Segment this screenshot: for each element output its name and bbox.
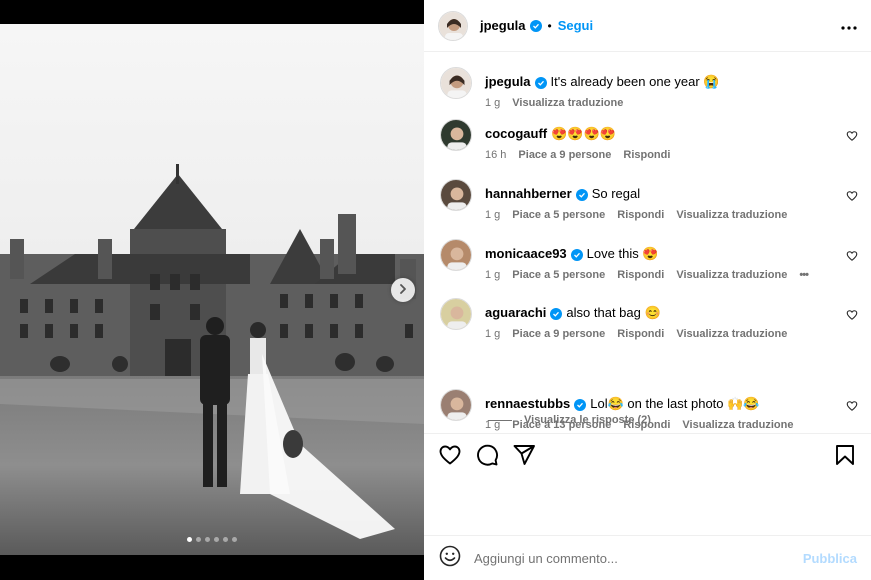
comment-username[interactable]: rennaestubbs bbox=[485, 396, 570, 411]
comment-likes[interactable]: Piace a 5 persone bbox=[512, 269, 605, 281]
post-media bbox=[0, 0, 424, 580]
verified-icon bbox=[529, 19, 542, 32]
translate-link[interactable]: Visualizza traduzione bbox=[682, 419, 793, 431]
verified-icon bbox=[575, 189, 588, 201]
comment-username[interactable]: hannahberner bbox=[485, 186, 572, 201]
share-button[interactable] bbox=[512, 443, 536, 472]
comment-like-button[interactable] bbox=[846, 399, 858, 417]
caption-time[interactable]: 1 g bbox=[485, 97, 500, 109]
translate-link[interactable]: Visualizza traduzione bbox=[676, 328, 787, 340]
translate-link[interactable]: Visualizza traduzione bbox=[676, 269, 787, 281]
comment-username[interactable]: monicaace93 bbox=[485, 246, 567, 261]
comment-likes[interactable]: Piace a 9 persone bbox=[518, 149, 611, 161]
commenter-avatar[interactable] bbox=[440, 239, 472, 271]
more-icon bbox=[841, 17, 857, 35]
comment-more-button[interactable]: ••• bbox=[799, 269, 809, 281]
comment-item: cocogauff 😍😍😍😍 16 h Piace a 9 persone Rispon… bbox=[440, 119, 860, 161]
author-avatar[interactable] bbox=[440, 67, 472, 99]
comment-item: monicaace93 Love this 😍 1 g Piace a 5 perso… bbox=[440, 239, 860, 281]
emoji-button[interactable] bbox=[438, 544, 462, 573]
chevron-right-icon bbox=[398, 281, 408, 299]
heart-icon bbox=[438, 443, 462, 472]
reply-button[interactable]: Rispondi bbox=[623, 149, 670, 161]
comment-username[interactable]: aguarachi bbox=[485, 305, 546, 320]
comment-like-button[interactable] bbox=[846, 189, 858, 207]
divider bbox=[488, 419, 512, 421]
comment-like-button[interactable] bbox=[846, 129, 858, 147]
more-options-button[interactable] bbox=[841, 17, 857, 35]
comment-likes[interactable]: Piace a 5 persone bbox=[512, 209, 605, 221]
reply-button[interactable]: Rispondi bbox=[617, 269, 664, 281]
comment-text: So regal bbox=[591, 186, 641, 201]
reply-button[interactable]: Rispondi bbox=[617, 209, 664, 221]
caption: jpegula It's already been one year 😭 1 g … bbox=[440, 67, 860, 109]
reply-button[interactable]: Rispondi bbox=[617, 328, 664, 340]
comment-like-button[interactable] bbox=[846, 249, 858, 267]
post-side-panel: jpegula • Segui jpegula It's already been… bbox=[424, 0, 871, 580]
post-photo[interactable] bbox=[0, 24, 424, 555]
carousel-dot bbox=[187, 537, 192, 542]
comment-text: 😍😍😍😍 bbox=[551, 126, 616, 141]
carousel-dot bbox=[196, 537, 201, 542]
bookmark-icon bbox=[833, 443, 857, 472]
comment-icon bbox=[475, 443, 499, 472]
verified-icon bbox=[534, 77, 547, 89]
carousel-indicator bbox=[0, 537, 424, 542]
publish-button[interactable]: Pubblica bbox=[803, 551, 857, 566]
comment-input[interactable] bbox=[474, 550, 803, 566]
comment-time[interactable]: 1 g bbox=[485, 269, 500, 281]
translate-link[interactable]: Visualizza traduzione bbox=[512, 97, 623, 109]
post-header: jpegula • Segui bbox=[424, 0, 871, 52]
emoji-icon bbox=[438, 544, 462, 573]
comment-text: also that bag 😊 bbox=[566, 305, 661, 320]
separator: • bbox=[547, 18, 552, 33]
commenter-avatar[interactable] bbox=[440, 119, 472, 151]
follow-button[interactable]: Segui bbox=[558, 18, 593, 33]
carousel-dot bbox=[232, 537, 237, 542]
carousel-dot bbox=[214, 537, 219, 542]
heart-icon bbox=[846, 399, 858, 416]
heart-icon bbox=[846, 129, 858, 146]
heart-icon bbox=[846, 249, 858, 266]
heart-icon bbox=[846, 189, 858, 206]
comment-text: Love this 😍 bbox=[586, 246, 659, 261]
comment-time[interactable]: 16 h bbox=[485, 149, 506, 161]
comment-text: Lol😂 on the last photo 🙌😂 bbox=[590, 396, 760, 411]
comment-like-button[interactable] bbox=[846, 308, 858, 326]
share-icon bbox=[512, 443, 536, 472]
author-avatar[interactable] bbox=[438, 10, 468, 41]
carousel-dot bbox=[223, 537, 228, 542]
commenter-avatar[interactable] bbox=[440, 389, 472, 421]
comment-button[interactable] bbox=[475, 443, 499, 472]
comment-item: aguarachi also that bag 😊 1 g Piace a 9 per… bbox=[440, 298, 860, 340]
caption-text: It's already been one year 😭 bbox=[550, 74, 720, 89]
verified-icon bbox=[550, 308, 563, 320]
like-button[interactable] bbox=[438, 443, 462, 472]
comments-list[interactable]: jpegula It's already been one year 😭 1 g … bbox=[424, 53, 871, 432]
heart-icon bbox=[846, 308, 858, 325]
verified-icon bbox=[570, 249, 583, 261]
carousel-next-button[interactable] bbox=[391, 278, 415, 302]
translate-link[interactable]: Visualizza traduzione bbox=[676, 209, 787, 221]
comment-item: hannahberner So regal 1 g Piace a 5 persone… bbox=[440, 179, 860, 221]
comment-time[interactable]: 1 g bbox=[485, 209, 500, 221]
post-actions bbox=[424, 433, 871, 481]
save-button[interactable] bbox=[833, 443, 857, 472]
comment-time[interactable]: 1 g bbox=[485, 328, 500, 340]
commenter-avatar[interactable] bbox=[440, 298, 472, 330]
add-comment-bar: Pubblica bbox=[424, 535, 871, 580]
verified-icon bbox=[574, 399, 587, 411]
view-replies-button[interactable]: Visualizza le risposte (2) bbox=[488, 414, 651, 426]
view-replies-label[interactable]: Visualizza le risposte (2) bbox=[524, 414, 651, 426]
comment-username[interactable]: cocogauff bbox=[485, 126, 547, 141]
commenter-avatar[interactable] bbox=[440, 179, 472, 211]
caption-username[interactable]: jpegula bbox=[485, 74, 531, 89]
carousel-dot bbox=[205, 537, 210, 542]
comment-likes[interactable]: Piace a 9 persone bbox=[512, 328, 605, 340]
author-username[interactable]: jpegula bbox=[480, 18, 526, 33]
